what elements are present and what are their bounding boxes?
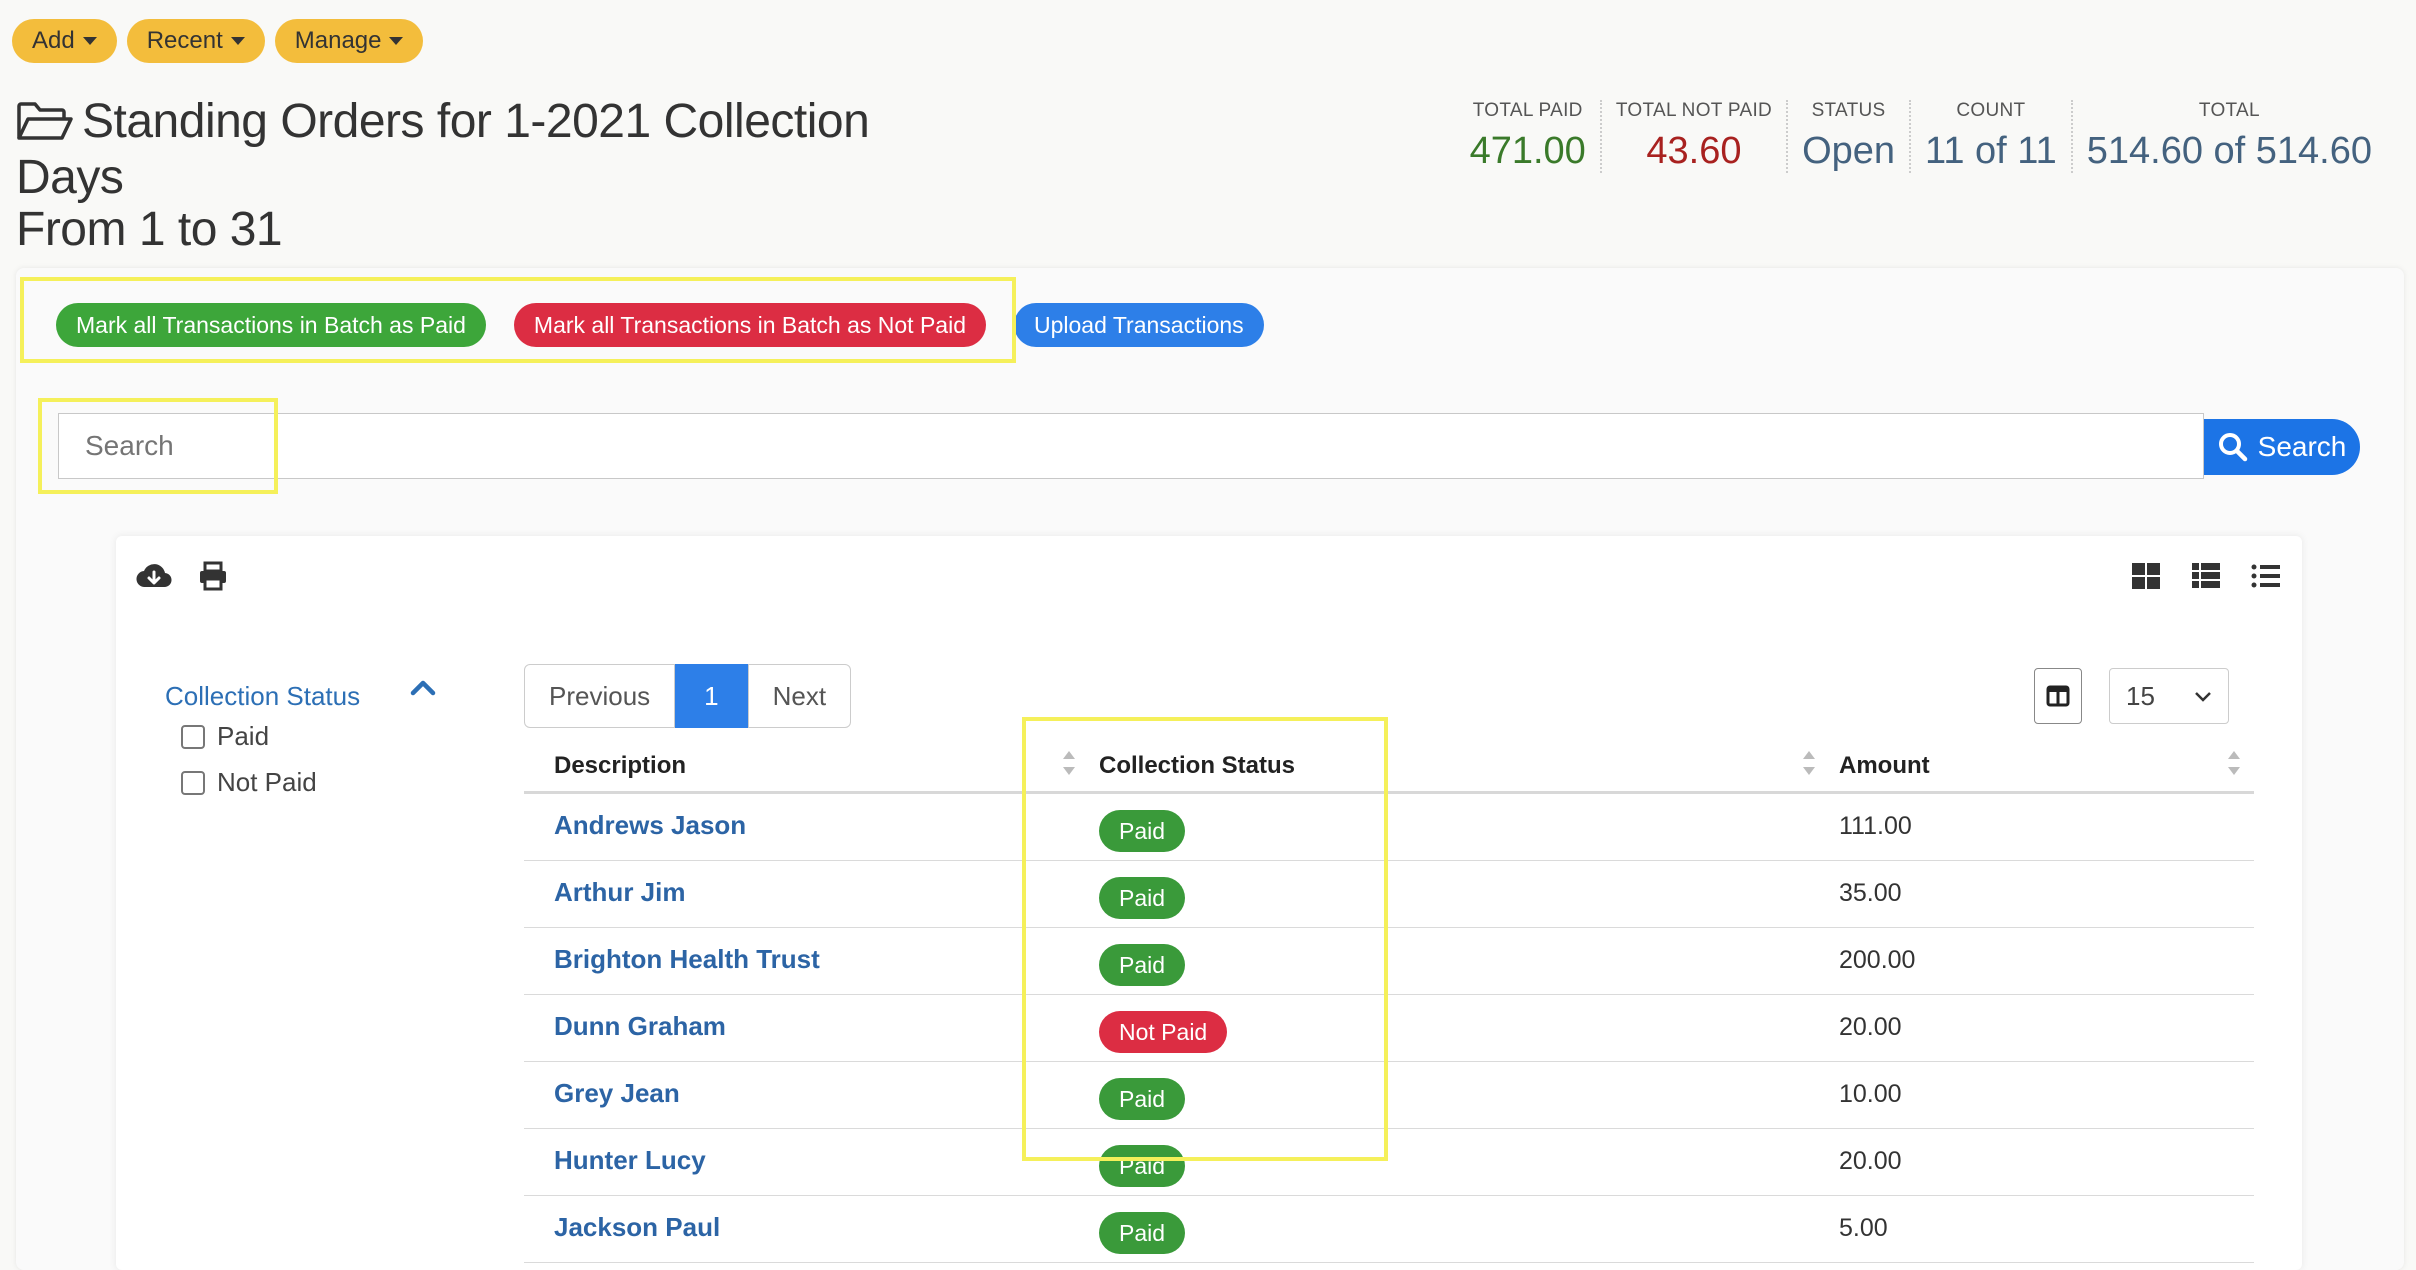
manage-menu-button[interactable]: Manage [274,19,424,63]
upload-transactions-button[interactable]: Upload Transactions [1014,303,1264,347]
stat-status: STATUS Open [1786,100,1909,173]
row-amount: 200.00 [1839,946,1916,974]
status-badge: Paid [1099,877,1186,919]
stat-value: 11 of 11 [1925,130,2057,172]
previous-page-button[interactable]: Previous [524,664,676,728]
row-amount: 35.00 [1839,879,1902,907]
status-badge: Paid [1099,1212,1186,1254]
stat-label: TOTAL PAID [1472,100,1583,121]
table-row: Brighton Health Trust Paid 200.00 [524,928,2254,995]
table-row: Andrews Jason Paid 111.00 [524,794,2254,861]
facet-option-not-paid[interactable]: Not Paid [181,767,317,798]
status-badge: Not Paid [1099,1011,1228,1053]
stat-label: TOTAL [2198,100,2260,121]
stat-count: COUNT 11 of 11 [1909,100,2071,173]
row-description-link[interactable]: Jackson Paul [554,1212,720,1243]
stat-label: STATUS [1811,100,1886,121]
per-page-select[interactable]: 15 [2109,668,2229,724]
sort-icon[interactable] [2227,748,2241,785]
table-row: Grey Jean Paid 10.00 [524,1062,2254,1129]
search-button[interactable]: Search [2204,419,2360,475]
sort-icon[interactable] [1802,748,1816,785]
table-row: Arthur Jim Paid 35.00 [524,861,2254,928]
list-view-icon[interactable] [2250,560,2282,592]
table-row: Hunter Lucy Paid 20.00 [524,1129,2254,1196]
pagination: Previous 1 Next [524,664,852,728]
status-badge: Paid [1099,944,1186,986]
chevron-down-icon [2195,692,2211,702]
search-button-label: Search [2257,431,2347,462]
table-view-icon[interactable] [2190,560,2222,592]
status-badge: Paid [1099,1078,1186,1120]
paid-checkbox[interactable] [181,724,205,749]
stat-total: TOTAL 514.60 of 514.60 [2070,100,2386,173]
row-description-link[interactable]: Grey Jean [554,1078,680,1109]
top-nav: Add Recent Manage [12,19,424,63]
batch-actions: Mark all Transactions in Batch as Paid M… [56,303,1264,347]
search-input[interactable] [58,413,2204,479]
col-collection-status[interactable]: Collection Status [1099,752,1295,780]
columns-toggle-button[interactable] [2034,668,2082,724]
mark-all-not-paid-button[interactable]: Mark all Transactions in Batch as Not Pa… [513,303,986,347]
cloud-download-icon[interactable] [136,560,172,592]
row-amount: 5.00 [1839,1214,1888,1242]
stat-label: TOTAL NOT PAID [1615,100,1773,121]
title-line-1: Standing Orders for 1-2021 Collection Da… [16,95,870,204]
table-row: Jackson Paul Paid 5.00 [524,1196,2254,1263]
title-line-2: From 1 to 31 [16,203,283,256]
col-description[interactable]: Description [554,752,686,780]
recent-label: Recent [146,27,223,54]
row-amount: 10.00 [1839,1080,1902,1108]
manage-label: Manage [294,27,382,54]
folder-open-icon [16,100,74,152]
next-page-button[interactable]: Next [747,664,852,728]
search-icon [2218,433,2247,462]
print-icon[interactable] [197,560,229,592]
batch-stats: TOTAL PAID 471.00 TOTAL NOT PAID 43.60 S… [1456,100,2386,173]
row-amount: 20.00 [1839,1147,1902,1175]
status-badge: Paid [1099,810,1186,852]
row-description-link[interactable]: Dunn Graham [554,1011,726,1042]
mark-all-paid-button[interactable]: Mark all Transactions in Batch as Paid [56,303,486,347]
caret-down-icon [389,37,404,45]
stat-total-paid: TOTAL PAID 471.00 [1456,100,1600,173]
page-title: Standing Orders for 1-2021 Collection Da… [16,96,916,256]
table-header: Description Collection Status Amount [524,738,2254,794]
recent-menu-button[interactable]: Recent [126,19,265,63]
caret-down-icon [82,37,97,45]
facet-option-label: Not Paid [217,767,317,797]
columns-icon [2046,685,2070,707]
facet-option-label: Paid [217,721,270,751]
stat-label: COUNT [1956,100,2026,121]
transactions-table: Description Collection Status Amount And… [524,738,2254,1263]
stat-total-not-paid: TOTAL NOT PAID 43.60 [1599,100,1786,173]
page-1-button[interactable]: 1 [675,664,748,728]
sort-icon[interactable] [1062,748,1076,785]
row-description-link[interactable]: Brighton Health Trust [554,944,820,975]
stat-value: 471.00 [1469,130,1586,172]
add-menu-button[interactable]: Add [12,19,117,63]
row-description-link[interactable]: Hunter Lucy [554,1145,706,1176]
grid-view-icon[interactable] [2130,560,2162,592]
per-page-value: 15 [2126,680,2155,711]
row-description-link[interactable]: Arthur Jim [554,877,685,908]
stat-value: Open [1802,130,1896,172]
row-amount: 20.00 [1839,1013,1902,1041]
table-row: Dunn Graham Not Paid 20.00 [524,995,2254,1062]
status-badge: Paid [1099,1145,1186,1187]
facet-option-paid[interactable]: Paid [181,721,269,752]
add-label: Add [32,27,75,54]
facet-title[interactable]: Collection Status [165,681,360,712]
chevron-up-icon[interactable] [410,678,436,703]
stat-value: 43.60 [1646,130,1742,172]
caret-down-icon [230,37,245,45]
col-amount[interactable]: Amount [1839,752,1930,780]
stat-value: 514.60 of 514.60 [2086,130,2372,172]
row-description-link[interactable]: Andrews Jason [554,810,746,841]
row-amount: 111.00 [1839,812,1912,840]
not-paid-checkbox[interactable] [181,770,205,795]
